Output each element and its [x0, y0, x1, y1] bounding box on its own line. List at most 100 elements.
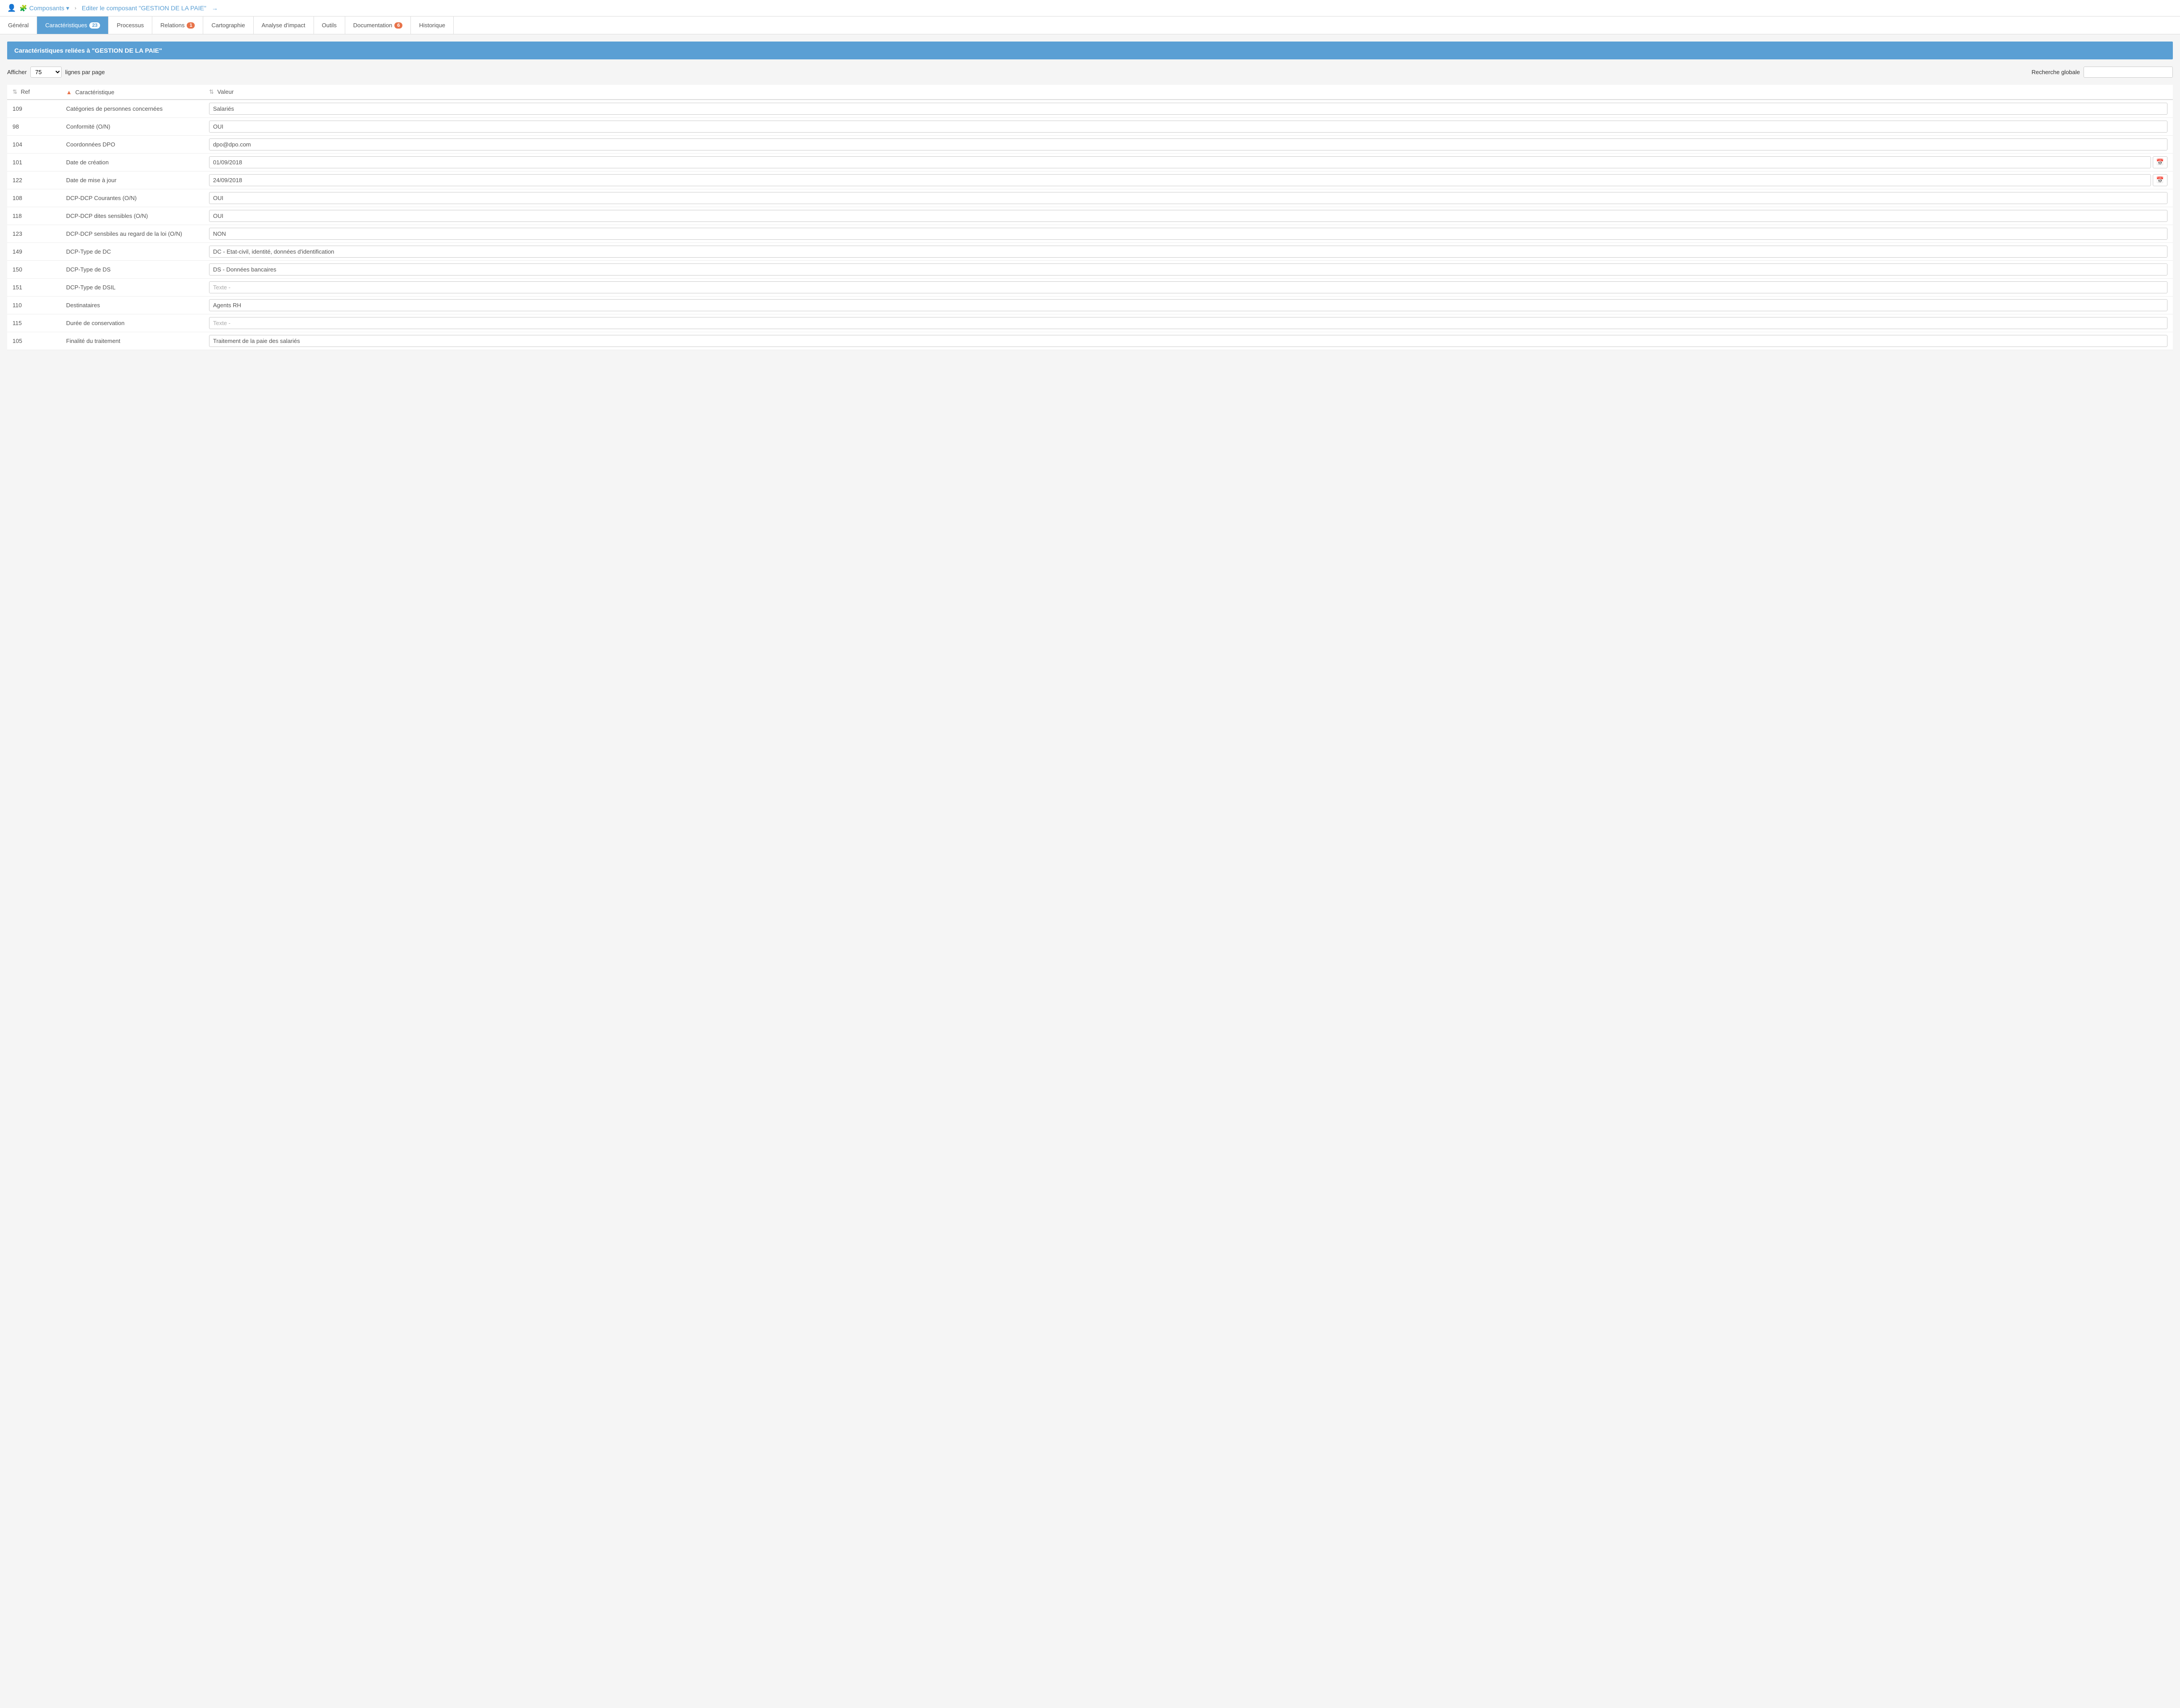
cell-ref: 150: [7, 261, 61, 279]
cell-valeur: [204, 279, 2173, 296]
table-row: 118DCP-DCP dites sensibles (O/N): [7, 207, 2173, 225]
composants-nav[interactable]: 🧩 Composants ▾: [20, 4, 69, 12]
value-input[interactable]: [209, 121, 2167, 133]
cell-valeur: [204, 136, 2173, 154]
calendar-icon[interactable]: 📅: [2153, 156, 2167, 168]
section-title: Caractéristiques reliées à "GESTION DE L…: [14, 47, 162, 54]
per-page-select[interactable]: 25 50 75 100: [30, 67, 62, 78]
cell-ref: 98: [7, 118, 61, 136]
main-content: Caractéristiques reliées à "GESTION DE L…: [0, 34, 2180, 357]
value-input[interactable]: [209, 138, 2167, 150]
tab-documentation[interactable]: Documentation 6: [345, 17, 411, 34]
value-input[interactable]: [209, 299, 2167, 311]
tab-caracteristiques-label: Caractéristiques: [45, 22, 87, 29]
tab-documentation-label: Documentation: [353, 22, 392, 29]
tab-general[interactable]: Général: [0, 17, 37, 34]
cell-ref: 101: [7, 154, 61, 171]
cell-valeur: [204, 243, 2173, 261]
value-input[interactable]: [209, 335, 2167, 347]
sort-ref-icon: ⇅: [13, 88, 17, 95]
tab-outils-label: Outils: [322, 22, 337, 29]
cell-caracteristique: Conformité (O/N): [61, 118, 204, 136]
cell-caracteristique: Coordonnées DPO: [61, 136, 204, 154]
cell-caracteristique: Destinataires: [61, 296, 204, 314]
cell-caracteristique: DCP-DCP Courantes (O/N): [61, 189, 204, 207]
cell-caracteristique: Date de mise à jour: [61, 171, 204, 189]
tab-outils[interactable]: Outils: [314, 17, 345, 34]
value-input[interactable]: [209, 246, 2167, 258]
cell-valeur: [204, 261, 2173, 279]
value-input[interactable]: [209, 210, 2167, 222]
controls-row: Afficher 25 50 75 100 lignes par page Re…: [7, 67, 2173, 78]
page-title-arrow: →: [212, 4, 218, 12]
tab-analyse-label: Analyse d'impact: [262, 22, 305, 29]
table-row: 110Destinataires: [7, 296, 2173, 314]
table-row: 122Date de mise à jour 📅: [7, 171, 2173, 189]
cell-valeur: [204, 118, 2173, 136]
cell-caracteristique: DCP-Type de DSIL: [61, 279, 204, 296]
user-icon: 👤: [7, 4, 16, 13]
table-row: 104Coordonnées DPO: [7, 136, 2173, 154]
cell-ref: 123: [7, 225, 61, 243]
value-input[interactable]: [209, 317, 2167, 329]
tab-relations[interactable]: Relations 1: [152, 17, 203, 34]
composants-label: Composants: [29, 4, 64, 12]
cell-ref: 149: [7, 243, 61, 261]
value-input[interactable]: [209, 263, 2167, 276]
tab-bar: Général Caractéristiques 23 Processus Re…: [0, 17, 2180, 34]
tab-caracteristiques-badge: 23: [89, 22, 100, 29]
date-value-input[interactable]: [209, 156, 2151, 168]
col-header-valeur[interactable]: ⇅ Valeur: [204, 85, 2173, 100]
table-row: 98Conformité (O/N): [7, 118, 2173, 136]
value-input[interactable]: [209, 228, 2167, 240]
cell-ref: 104: [7, 136, 61, 154]
table-row: 151DCP-Type de DSIL: [7, 279, 2173, 296]
value-input[interactable]: [209, 192, 2167, 204]
value-input[interactable]: [209, 103, 2167, 115]
tab-historique[interactable]: Historique: [411, 17, 454, 34]
tab-cartographie-label: Cartographie: [211, 22, 245, 29]
dropdown-icon: ▾: [66, 4, 69, 12]
col-header-ref[interactable]: ⇅ Ref: [7, 85, 61, 100]
data-table: ⇅ Ref ▲ Caractéristique ⇅ Valeur 109Caté…: [7, 85, 2173, 350]
recherche-label: Recherche globale: [2032, 69, 2080, 75]
cell-caracteristique: Finalité du traitement: [61, 332, 204, 350]
table-row: 149DCP-Type de DC: [7, 243, 2173, 261]
col-ref-label: Ref: [21, 88, 30, 95]
cell-valeur: [204, 296, 2173, 314]
cell-ref: 110: [7, 296, 61, 314]
tab-cartographie[interactable]: Cartographie: [203, 17, 253, 34]
cell-valeur: [204, 314, 2173, 332]
cell-caracteristique: Durée de conservation: [61, 314, 204, 332]
cell-caracteristique: DCP-DCP sensbiles au regard de la loi (O…: [61, 225, 204, 243]
page-title: Editer le composant "GESTION DE LA PAIE": [82, 4, 206, 12]
value-input[interactable]: [209, 281, 2167, 293]
cell-ref: 122: [7, 171, 61, 189]
tab-analyse[interactable]: Analyse d'impact: [254, 17, 314, 34]
tab-processus[interactable]: Processus: [109, 17, 152, 34]
tab-relations-label: Relations: [160, 22, 184, 29]
table-row: 115Durée de conservation: [7, 314, 2173, 332]
puzzle-icon: 🧩: [20, 4, 27, 12]
col-char-label: Caractéristique: [75, 89, 114, 96]
col-val-label: Valeur: [218, 88, 234, 95]
cell-ref: 108: [7, 189, 61, 207]
search-input[interactable]: [2084, 67, 2173, 78]
tab-caracteristiques[interactable]: Caractéristiques 23: [37, 17, 109, 34]
breadcrumb-chevron: ›: [75, 5, 76, 11]
cell-caracteristique: DCP-Type de DC: [61, 243, 204, 261]
sort-val-icon: ⇅: [209, 88, 214, 95]
col-header-caracteristique[interactable]: ▲ Caractéristique: [61, 85, 204, 100]
cell-valeur: [204, 225, 2173, 243]
tab-relations-badge: 1: [187, 22, 195, 29]
cell-valeur: [204, 207, 2173, 225]
calendar-icon[interactable]: 📅: [2153, 174, 2167, 186]
date-value-input[interactable]: [209, 174, 2151, 186]
tab-documentation-badge: 6: [394, 22, 402, 29]
tab-processus-label: Processus: [117, 22, 144, 29]
cell-ref: 118: [7, 207, 61, 225]
controls-left: Afficher 25 50 75 100 lignes par page: [7, 67, 105, 78]
table-row: 123DCP-DCP sensbiles au regard de la loi…: [7, 225, 2173, 243]
cell-ref: 151: [7, 279, 61, 296]
date-field-wrapper: 📅: [209, 156, 2167, 168]
